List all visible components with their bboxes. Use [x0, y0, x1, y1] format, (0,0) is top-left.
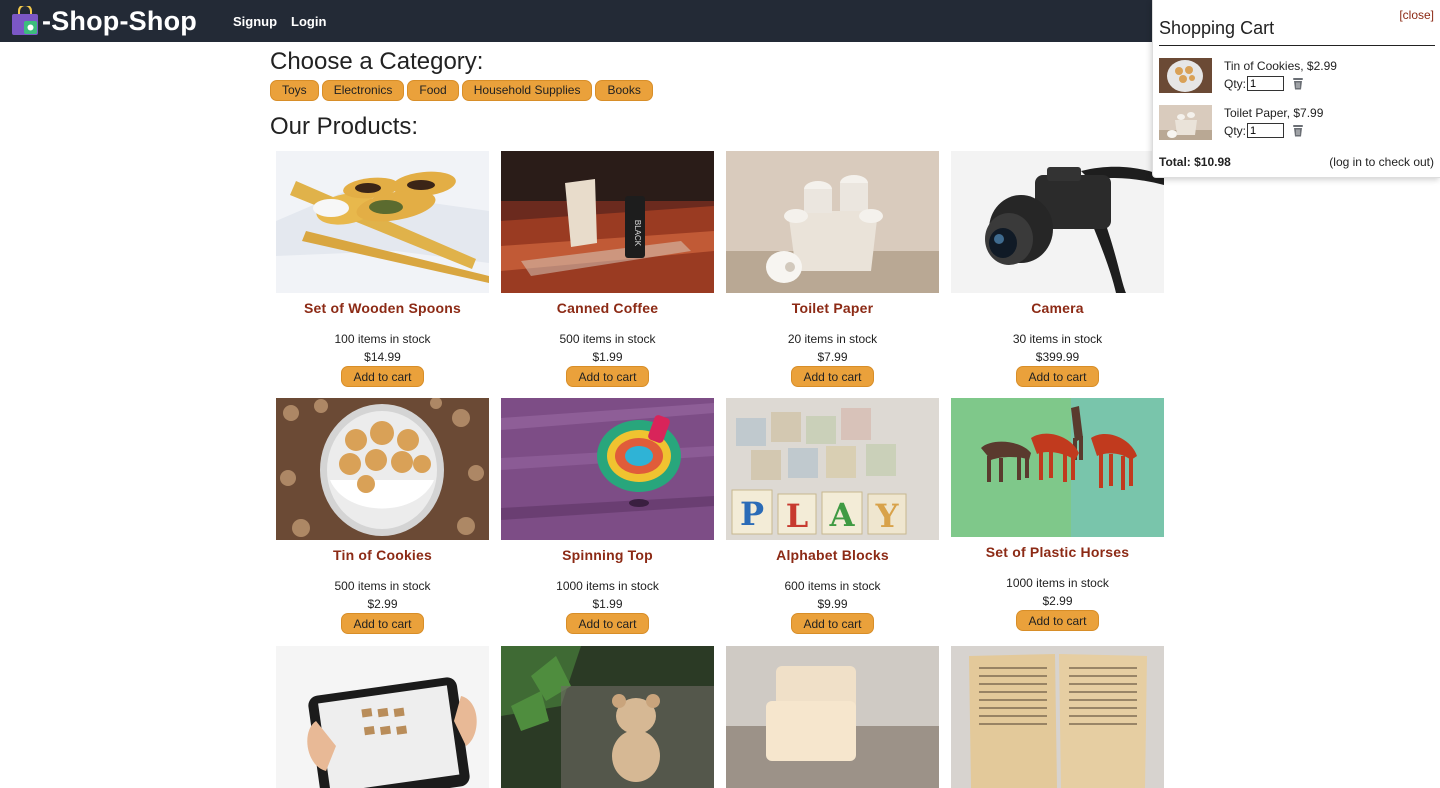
category-button-books[interactable]: Books [595, 80, 653, 101]
add-to-cart-button[interactable]: Add to cart [341, 613, 424, 634]
product-price: $1.99 [592, 350, 623, 364]
checkout-note: (log in to check out) [1329, 155, 1434, 169]
product-image[interactable] [951, 398, 1164, 537]
category-button-electronics[interactable]: Electronics [321, 80, 405, 101]
product-image[interactable]: P L A Y [726, 398, 939, 540]
product-image[interactable] [951, 151, 1164, 293]
block-letter-l: L [786, 497, 809, 535]
qty-label: Qty: [1224, 76, 1247, 91]
category-button-toys[interactable]: Toys [270, 80, 319, 101]
product-name[interactable]: Camera [951, 300, 1164, 318]
qty-input[interactable] [1247, 123, 1285, 138]
product-card [501, 646, 714, 788]
product-name[interactable]: Tin of Cookies [276, 547, 489, 565]
product-price: $9.99 [817, 597, 848, 611]
product-card: Camera 30 items in stock $399.99 Add to … [951, 151, 1164, 387]
qty-input[interactable] [1247, 76, 1285, 91]
signup-link[interactable]: Signup [233, 14, 277, 29]
product-stock: 100 items in stock [334, 332, 431, 346]
product-card: Set of Plastic Horses 1000 items in stoc… [951, 398, 1164, 631]
cart-item-name: Toilet Paper, $7.99 [1224, 106, 1324, 120]
cart-close-link[interactable]: [close] [1399, 8, 1434, 22]
product-card: Spinning Top 1000 items in stock $1.99 A… [501, 398, 714, 634]
add-to-cart-button[interactable]: Add to cart [341, 366, 424, 387]
product-price: $2.99 [1042, 594, 1073, 608]
product-card: BLACK Canned Coffee 500 items in stock $… [501, 151, 714, 387]
add-to-cart-button[interactable]: Add to cart [566, 613, 649, 634]
cart-total: Total: $10.98 [1159, 155, 1231, 169]
trash-icon[interactable] [1292, 124, 1304, 137]
category-heading: Choose a Category: [270, 48, 484, 75]
products-heading: Our Products: [270, 113, 419, 140]
product-image[interactable] [726, 646, 939, 788]
product-stock: 500 items in stock [334, 579, 431, 593]
block-letter-y: Y [875, 497, 900, 535]
block-letter-a: A [829, 496, 856, 534]
cart-item-image [1159, 58, 1212, 93]
category-button-household-supplies[interactable]: Household Supplies [461, 80, 593, 101]
product-price: $399.99 [1035, 350, 1080, 364]
cart-item-name: Tin of Cookies, $2.99 [1224, 59, 1337, 73]
product-image[interactable]: BLACK [501, 151, 714, 293]
product-price: $7.99 [817, 350, 848, 364]
shopping-bag-icon [12, 6, 38, 35]
product-image[interactable] [276, 646, 489, 788]
add-to-cart-button[interactable]: Add to cart [1016, 366, 1099, 387]
product-price: $14.99 [364, 350, 401, 364]
shopping-cart-panel: [close] Shopping Cart Tin of Cookies, $2… [1152, 0, 1440, 178]
nav-links: Signup Login [233, 14, 326, 29]
product-card: Set of Wooden Spoons 100 items in stock … [276, 151, 489, 387]
cart-item: Toilet Paper, $7.99 Qty: [1159, 105, 1435, 141]
cart-item-qty-row: Qty: [1224, 76, 1304, 91]
qty-label: Qty: [1224, 123, 1247, 138]
svg-text:BLACK: BLACK [633, 220, 642, 247]
product-image[interactable] [951, 646, 1164, 788]
product-price: $2.99 [367, 597, 398, 611]
product-name[interactable]: Canned Coffee [501, 300, 714, 318]
product-stock: 500 items in stock [559, 332, 656, 346]
cart-item-image [1159, 105, 1212, 140]
category-button-food[interactable]: Food [407, 80, 459, 101]
main-content: Choose a Category: Toys Electronics Food… [270, 42, 1170, 788]
product-price: $1.99 [592, 597, 623, 611]
product-stock: 20 items in stock [787, 332, 878, 346]
add-to-cart-button[interactable]: Add to cart [1016, 610, 1099, 631]
block-letter-p: P [740, 495, 764, 533]
brand-name: -Shop-Shop [42, 5, 197, 36]
product-card [276, 646, 489, 788]
cart-item-qty-row: Qty: [1224, 123, 1304, 138]
add-to-cart-button[interactable]: Add to cart [566, 366, 649, 387]
cart-divider [1159, 45, 1435, 46]
product-card: Tin of Cookies 500 items in stock $2.99 … [276, 398, 489, 634]
category-list: Toys Electronics Food Household Supplies… [270, 80, 1170, 101]
add-to-cart-button[interactable]: Add to cart [791, 366, 874, 387]
brand[interactable]: -Shop-Shop [10, 6, 197, 37]
product-card: P L A Y Alphabet Blocks 600 items in sto… [726, 398, 939, 634]
product-name[interactable]: Set of Plastic Horses [951, 544, 1164, 562]
product-card: Toilet Paper 20 items in stock $7.99 Add… [726, 151, 939, 387]
product-card [726, 646, 939, 788]
product-stock: 600 items in stock [784, 579, 881, 593]
product-name[interactable]: Alphabet Blocks [726, 547, 939, 565]
product-stock: 30 items in stock [1012, 332, 1103, 346]
product-image[interactable] [276, 151, 489, 293]
product-image[interactable] [726, 151, 939, 293]
product-image[interactable] [276, 398, 489, 540]
trash-icon[interactable] [1292, 77, 1304, 90]
product-stock: 1000 items in stock [1006, 576, 1109, 590]
cart-item: Tin of Cookies, $2.99 Qty: [1159, 58, 1435, 94]
add-to-cart-button[interactable]: Add to cart [791, 613, 874, 634]
product-name[interactable]: Spinning Top [501, 547, 714, 565]
cart-title: Shopping Cart [1159, 18, 1275, 38]
product-image[interactable] [501, 646, 714, 788]
product-image[interactable] [501, 398, 714, 540]
product-name[interactable]: Set of Wooden Spoons [276, 300, 489, 318]
product-stock: 1000 items in stock [556, 579, 659, 593]
login-link[interactable]: Login [291, 14, 326, 29]
product-name[interactable]: Toilet Paper [726, 300, 939, 318]
product-card [951, 646, 1164, 788]
